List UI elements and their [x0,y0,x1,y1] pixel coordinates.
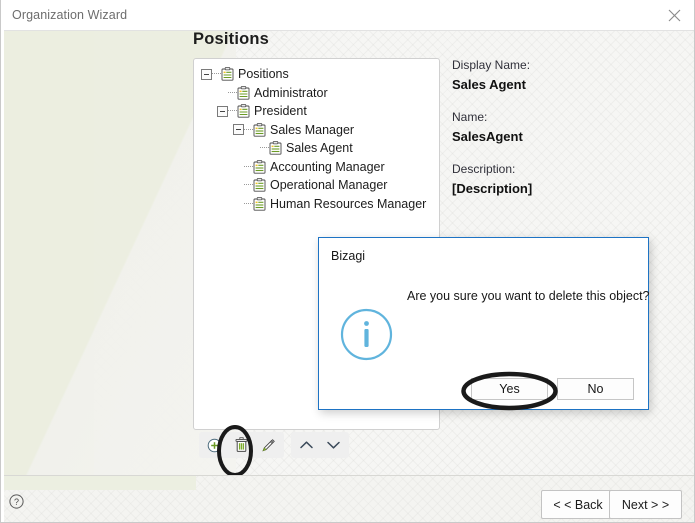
tree-connector-line [260,147,269,149]
edit-button[interactable] [258,435,279,455]
close-button[interactable] [652,0,694,31]
tree-item[interactable]: Administrator [201,84,437,103]
tree-connector-line [228,91,237,94]
tree-connector-line [228,110,237,112]
footer-accent-wash [1,476,196,490]
position-clipboard-icon [221,67,234,81]
dialog-title: Bizagi [331,249,366,263]
help-circle-icon: ? [9,494,24,509]
tree-connector-line [212,73,221,75]
info-circle-icon [340,308,393,361]
display-name-value: Sales Agent [452,77,526,92]
yes-button[interactable]: Yes [471,378,548,400]
position-clipboard-icon [237,104,250,118]
window-titlebar: Organization Wizard [1,0,694,31]
chevron-up-icon [300,441,313,449]
tree-item-label: Positions [238,67,289,81]
position-clipboard-icon [237,85,250,100]
position-clipboard-icon [253,178,266,192]
next-button[interactable]: Next > > [609,490,682,519]
position-detail-panel: Display Name: Sales Agent Name: SalesAge… [452,58,682,196]
name-value: SalesAgent [452,129,523,144]
window-left-edge [1,0,4,522]
tree-connector-line [244,165,253,168]
tree-item-label: Sales Agent [286,141,353,155]
add-button[interactable] [204,435,225,455]
wizard-footer: ? < < Back Next > > [1,475,694,522]
name-label: Name: [452,110,488,124]
back-button[interactable]: < < Back [541,490,615,519]
tree-item[interactable]: Sales Manager [201,121,437,140]
svg-text:?: ? [14,497,19,507]
tree-expander-collapse-icon[interactable] [233,124,244,136]
positions-tree[interactable]: Positions Administrator President Sales Man… [201,65,437,213]
tree-item-label: Administrator [254,85,328,100]
tree-connector-line [244,202,253,205]
delete-button[interactable] [231,435,252,455]
close-icon [668,9,680,22]
tree-toolbar [199,432,349,458]
tree-item-label: Sales Manager [270,122,355,137]
tree-item[interactable]: Operational Manager [201,176,437,195]
dialog-message: Are you sure you want to delete this obj… [407,289,650,303]
chevron-down-icon [327,441,340,449]
position-clipboard-icon [253,196,266,211]
tree-item[interactable]: Sales Agent [201,139,437,158]
tree-item[interactable]: President [201,102,437,121]
tree-expander-collapse-icon[interactable] [201,68,212,80]
tree-item-label: Accounting Manager [270,159,385,174]
description-value: [Description] [452,181,533,196]
help-button[interactable]: ? [9,494,24,514]
move-down-button[interactable] [323,435,344,455]
description-label: Description: [452,162,516,176]
position-clipboard-icon [253,122,266,137]
tree-connector-line [244,128,253,131]
confirm-delete-dialog: Bizagi Are you sure you want to delete t… [318,237,650,410]
position-clipboard-icon [269,141,282,155]
no-button[interactable]: No [557,378,634,400]
tree-connector-line [244,184,253,186]
page-title: Positions [193,30,270,48]
display-name-label: Display Name: [452,58,531,72]
tree-expander-collapse-icon[interactable] [217,105,228,117]
trash-icon [235,437,248,452]
add-circle-icon [207,438,222,452]
background-accent-strip [4,31,94,475]
organization-wizard-window: Organization Wizard Positions Positions A… [0,0,695,523]
pencil-icon [262,438,275,451]
tree-toolbar-edit-group [199,432,284,458]
tree-item-label: Human Resources Manager [270,196,427,211]
tree-item[interactable]: Positions [201,65,437,84]
tree-item[interactable]: Human Resources Manager [201,195,437,214]
tree-item-label: Operational Manager [270,178,388,192]
move-up-button[interactable] [296,435,317,455]
position-clipboard-icon [253,159,266,174]
tree-toolbar-move-group [291,432,349,458]
window-title: Organization Wizard [12,8,128,22]
tree-item[interactable]: Accounting Manager [201,158,437,177]
tree-item-label: President [254,104,307,118]
dialog-info-icon-wrap [340,308,393,366]
